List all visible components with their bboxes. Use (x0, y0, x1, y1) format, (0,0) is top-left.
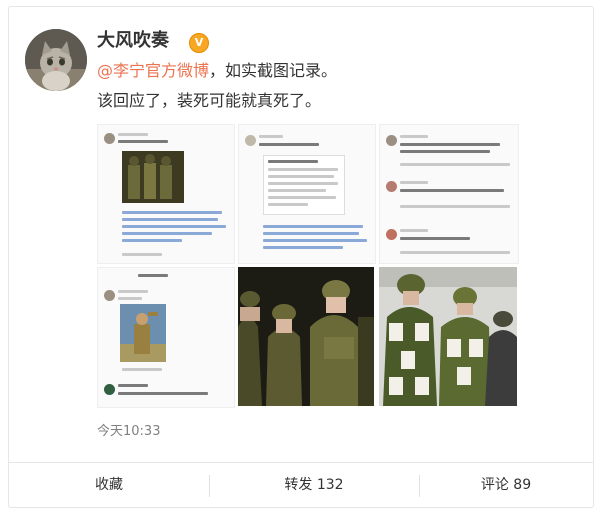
post-timestamp[interactable]: 今天10:33 (97, 423, 160, 441)
image-thumbnail-reply[interactable] (97, 267, 235, 408)
saluting-figure-icon (120, 304, 166, 362)
image-thumbnail-comments-list[interactable] (379, 124, 519, 264)
cat-avatar-image (25, 29, 87, 91)
verified-badge-icon: V (189, 33, 209, 53)
image-grid (97, 124, 519, 408)
image-thumbnail-comment-thread[interactable] (97, 124, 235, 264)
post-text-line2: 该回应了，装死可能就真死了。 (97, 91, 322, 110)
image-thumbnail-article[interactable] (238, 124, 376, 264)
weibo-post-card: 大风吹奏 V @李宁官方微博，如实截图记录。 该回应了，装死可能就真死了。 今天… (8, 6, 594, 508)
runway-jackets-photo (379, 267, 517, 406)
post-action-bar: 收藏 转发 132 评论 89 (9, 462, 593, 508)
username[interactable]: 大风吹奏 (97, 29, 169, 53)
mention-link[interactable]: @李宁官方微博 (97, 61, 209, 80)
avatar[interactable] (25, 29, 87, 91)
image-thumbnail-runway-jackets[interactable] (379, 267, 517, 406)
runway-models-photo (238, 267, 374, 406)
comment-button[interactable]: 评论 89 (419, 463, 593, 508)
repost-button[interactable]: 转发 132 (209, 463, 419, 508)
post-text-after-mention: ，如实截图记录。 (209, 61, 338, 80)
post-text-line1: @李宁官方微博，如实截图记录。 (97, 59, 337, 83)
soldiers-photo-icon (122, 151, 184, 203)
favorite-button[interactable]: 收藏 (9, 463, 209, 508)
image-thumbnail-runway-models[interactable] (238, 267, 374, 406)
